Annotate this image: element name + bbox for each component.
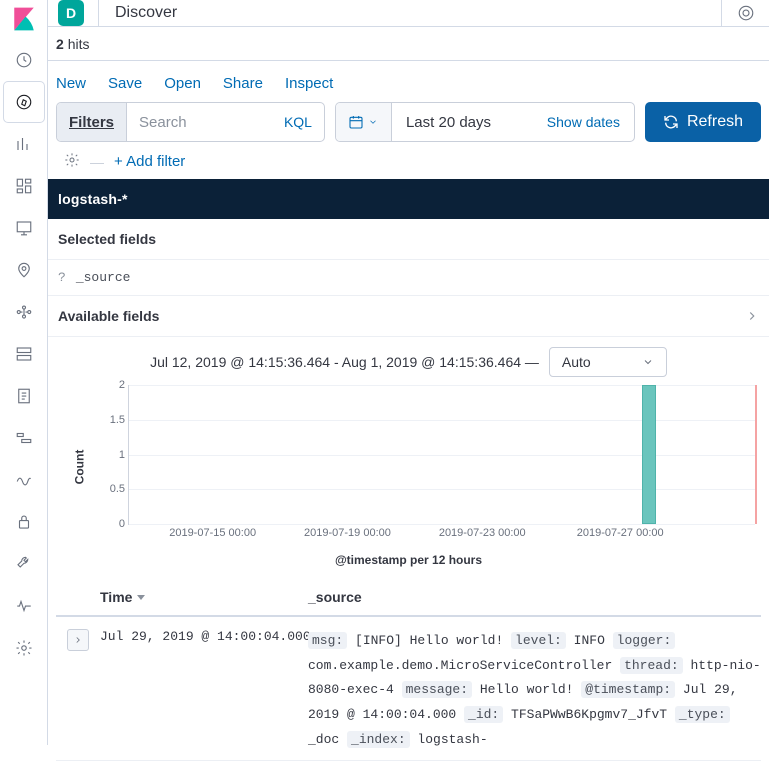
newsfeed-icon[interactable] (721, 0, 769, 26)
nav-discover-icon[interactable] (4, 82, 44, 122)
histogram-bar[interactable] (642, 385, 656, 524)
chart-x-label: @timestamp per 12 hours (56, 549, 761, 573)
hits-count: 2 hits (48, 27, 769, 61)
breadcrumb: Discover (98, 0, 721, 26)
menu-share[interactable]: Share (223, 75, 263, 92)
table-row: Jul 29, 2019 @ 14:00:04.000 msg: [INFO] … (56, 617, 761, 761)
nav-devtools-icon[interactable] (4, 544, 44, 584)
query-language-switcher[interactable]: KQL (284, 114, 312, 130)
date-range-label[interactable]: Last 20 days (406, 114, 491, 131)
nav-logs-icon[interactable] (4, 376, 44, 416)
selected-field-row[interactable]: ? _source (48, 260, 769, 296)
side-nav (0, 0, 48, 745)
refresh-label: Refresh (687, 113, 743, 131)
nav-visualize-icon[interactable] (4, 124, 44, 164)
sort-desc-icon (136, 592, 146, 602)
nav-apm-icon[interactable] (4, 418, 44, 458)
top-menu: New Save Open Share Inspect (48, 61, 769, 102)
expand-row-button[interactable] (67, 629, 89, 651)
available-fields-toggle[interactable]: Available fields (48, 296, 769, 337)
row-time: Jul 29, 2019 @ 14:00:04.000 (100, 629, 308, 644)
nav-infra-icon[interactable] (4, 334, 44, 374)
col-source[interactable]: _source (308, 589, 362, 605)
chevron-down-icon (642, 356, 654, 368)
index-pattern-selector[interactable]: logstash-* (48, 179, 769, 219)
field-name: _source (76, 270, 131, 285)
nav-uptime-icon[interactable] (4, 460, 44, 500)
nav-siem-icon[interactable] (4, 502, 44, 542)
chart-range-label: Jul 12, 2019 @ 14:15:36.464 - Aug 1, 201… (150, 354, 539, 370)
now-marker (755, 385, 757, 524)
field-type-icon: ? (58, 270, 66, 285)
chart-y-label: Count (72, 450, 86, 485)
col-time[interactable]: Time (100, 589, 308, 605)
space-selector[interactable]: D (58, 0, 84, 26)
selected-fields-heading: Selected fields (48, 219, 769, 260)
date-quick-button[interactable] (336, 103, 392, 141)
search-input[interactable]: Search KQL (127, 103, 324, 141)
row-source: msg: [INFO] Hello world! level: INFO log… (308, 629, 761, 752)
nav-management-icon[interactable] (4, 628, 44, 668)
table-header: Time _source (56, 573, 761, 617)
filters-button[interactable]: Filters (57, 103, 127, 141)
nav-recent-icon[interactable] (4, 40, 44, 80)
nav-maps-icon[interactable] (4, 250, 44, 290)
search-placeholder: Search (139, 114, 187, 131)
kibana-logo-icon[interactable] (11, 6, 37, 32)
add-filter-button[interactable]: + Add filter (114, 153, 185, 170)
show-dates-link[interactable]: Show dates (547, 114, 620, 130)
menu-inspect[interactable]: Inspect (285, 75, 333, 92)
menu-open[interactable]: Open (164, 75, 201, 92)
nav-canvas-icon[interactable] (4, 208, 44, 248)
filter-settings-icon[interactable] (64, 152, 80, 171)
histogram-chart[interactable]: Count 00.511.52 2019-07-15 00:002019-07-… (86, 385, 761, 549)
refresh-button[interactable]: Refresh (645, 102, 761, 142)
interval-select[interactable]: Auto (549, 347, 667, 377)
topbar: D Discover (48, 0, 769, 27)
menu-save[interactable]: Save (108, 75, 142, 92)
chevron-right-icon (745, 309, 759, 323)
menu-new[interactable]: New (56, 75, 86, 92)
nav-ml-icon[interactable] (4, 292, 44, 332)
nav-dashboard-icon[interactable] (4, 166, 44, 206)
nav-monitoring-icon[interactable] (4, 586, 44, 626)
